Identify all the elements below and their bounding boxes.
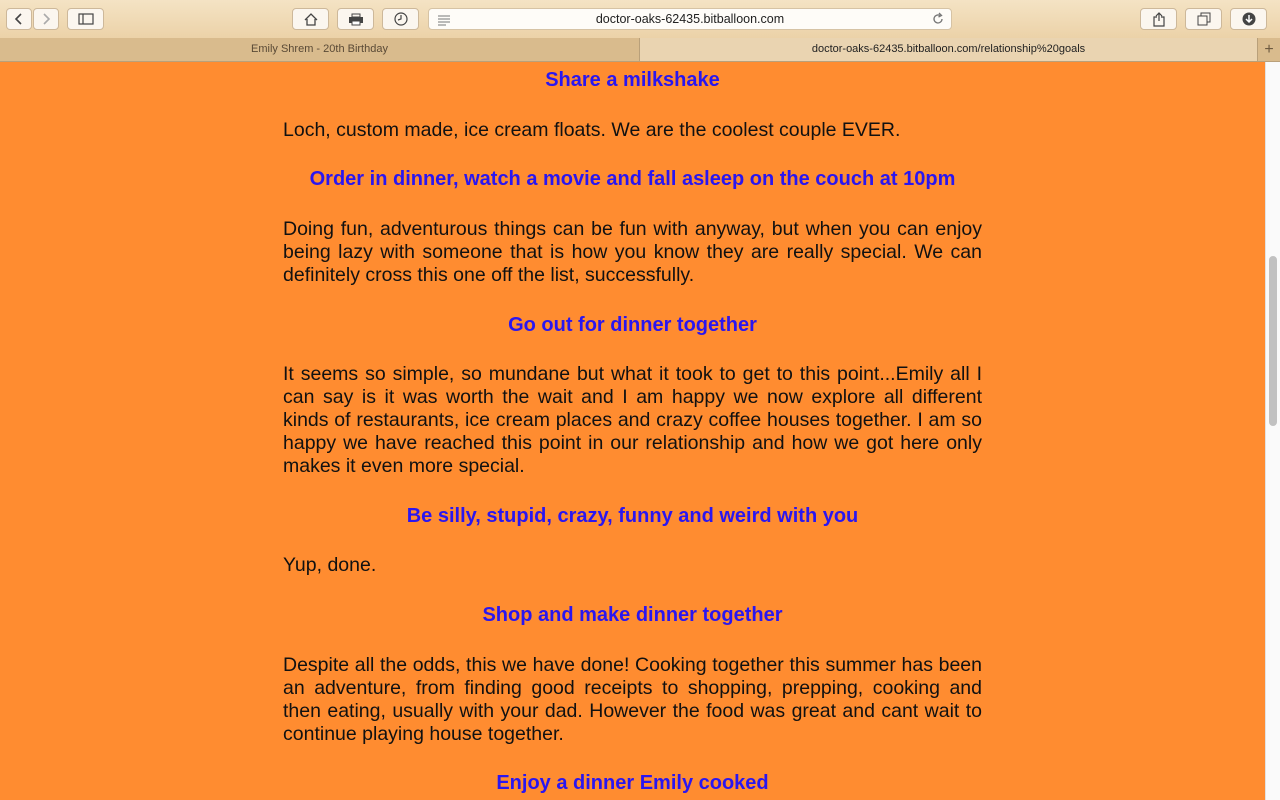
section-heading: Be silly, stupid, crazy, funny and weird… <box>406 505 859 527</box>
scrollbar[interactable] <box>1265 62 1280 800</box>
tabs-overview-button[interactable] <box>1185 8 1222 30</box>
history-button[interactable] <box>382 8 419 30</box>
reload-icon[interactable] <box>931 12 945 31</box>
tab-emily-birthday[interactable]: Emily Shrem - 20th Birthday <box>0 38 640 61</box>
section-body: Doing fun, adventurous things can be fun… <box>283 218 982 286</box>
printer-icon <box>348 13 363 25</box>
section-heading: Enjoy a dinner Emily cooked <box>496 772 769 794</box>
new-tab-button[interactable]: + <box>1257 38 1280 61</box>
home-icon <box>304 12 317 26</box>
share-button[interactable] <box>1140 8 1177 30</box>
section-heading: Order in dinner, watch a movie and fall … <box>309 168 956 190</box>
chevron-left-icon <box>14 13 22 25</box>
sidebar-button[interactable] <box>67 8 104 30</box>
url-text[interactable]: doctor-oaks-62435.bitballoon.com <box>429 12 951 26</box>
section-heading: Go out for dinner together <box>508 314 757 336</box>
section-heading: Shop and make dinner together <box>482 604 783 626</box>
back-button[interactable] <box>6 8 32 30</box>
scrollbar-thumb[interactable] <box>1269 256 1277 426</box>
share-icon <box>1152 11 1165 27</box>
section-body: Yup, done. <box>283 554 377 576</box>
section-body: It seems so simple, so mundane but what … <box>283 363 982 477</box>
home-button[interactable] <box>292 8 329 30</box>
section-heading: Share a milkshake <box>545 69 720 91</box>
downloads-button[interactable] <box>1230 8 1267 30</box>
section-body: Loch, custom made, ice cream floats. We … <box>283 119 901 141</box>
download-icon <box>1242 12 1255 26</box>
clock-icon <box>393 12 408 26</box>
page-content: Share a milkshake Loch, custom made, ice… <box>0 62 1265 800</box>
chevron-right-icon <box>43 13 51 25</box>
tab-bar: Emily Shrem - 20th Birthday doctor-oaks-… <box>0 38 1280 62</box>
tabs-icon <box>1197 12 1210 26</box>
print-button[interactable] <box>337 8 374 30</box>
sidebar-icon <box>77 13 94 25</box>
address-bar[interactable]: doctor-oaks-62435.bitballoon.com <box>428 8 952 30</box>
section-body: Despite all the odds, this we have done!… <box>283 654 982 745</box>
forward-button[interactable] <box>33 8 59 30</box>
browser-toolbar: doctor-oaks-62435.bitballoon.com <box>0 0 1280 39</box>
tab-relationship-goals[interactable]: doctor-oaks-62435.bitballoon.com/relatio… <box>640 38 1257 61</box>
